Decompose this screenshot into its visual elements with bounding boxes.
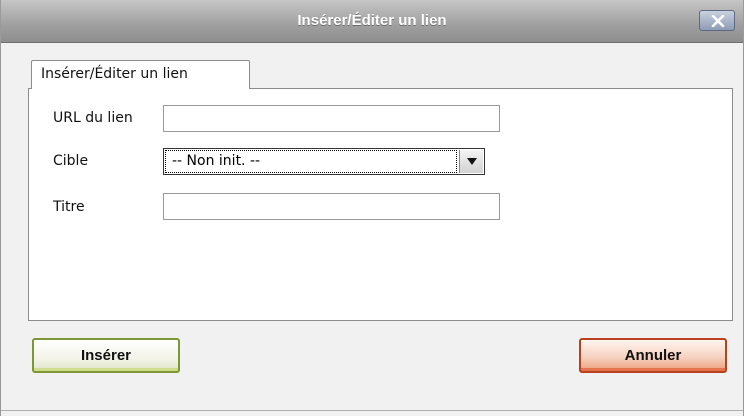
target-select[interactable]: -- Non init. -- [163,148,485,175]
tab-label: Insérer/Éditer un lien [41,66,188,82]
url-input[interactable] [163,105,500,132]
dialog-title: Insérer/Éditer un lien [297,12,447,29]
tab-insert-edit-link[interactable]: Insérer/Éditer un lien [31,60,250,89]
dialog-bottom-border [1,410,743,411]
close-button[interactable] [699,10,735,31]
close-icon [711,15,725,27]
chevron-down-icon [467,158,477,165]
title-label: Titre [53,199,85,215]
target-selected-value: -- Non init. -- [172,153,261,169]
insert-button[interactable]: Insérer [32,338,180,373]
target-label: Cible [53,153,89,169]
select-focus-ring: -- Non init. -- [165,150,457,173]
title-input[interactable] [163,193,500,220]
dialog-titlebar[interactable]: Insérer/Éditer un lien [1,0,743,43]
link-dialog: Insérer/Éditer un lien Insérer/Éditer un… [0,0,744,416]
url-label: URL du lien [53,110,133,126]
cancel-button[interactable]: Annuler [579,338,727,373]
select-arrow-button[interactable] [459,150,483,173]
